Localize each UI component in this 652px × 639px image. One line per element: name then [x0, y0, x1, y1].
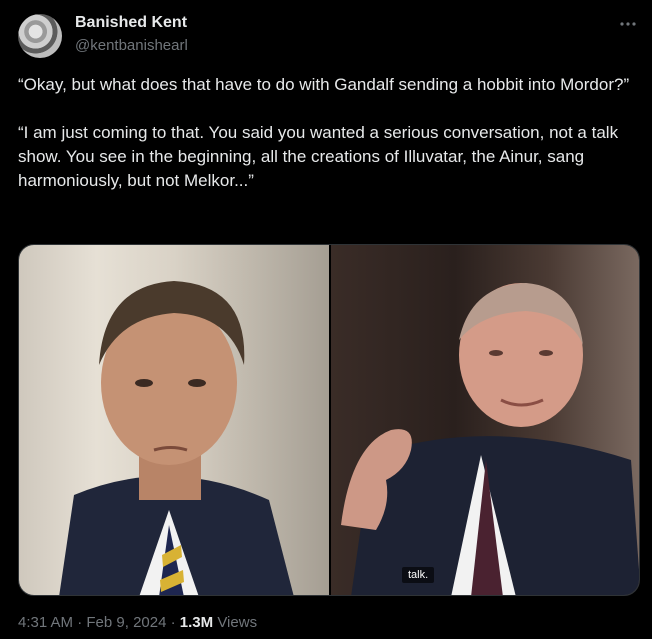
- post-date[interactable]: Feb 9, 2024: [86, 614, 166, 631]
- avatar[interactable]: [18, 14, 62, 58]
- media-image-left[interactable]: [19, 245, 329, 595]
- media-image-right[interactable]: [331, 245, 639, 595]
- post-meta: 4:31 AM · Feb 9, 2024 · 1.3M Views: [18, 614, 257, 631]
- video-caption: talk.: [402, 567, 435, 583]
- post-media[interactable]: talk.: [18, 244, 640, 596]
- more-options-button[interactable]: [614, 12, 642, 36]
- views-label: Views: [217, 614, 258, 631]
- views-count: 1.3M: [179, 614, 214, 631]
- post-paragraph: “I am just coming to that. You said you …: [18, 123, 619, 190]
- interviewee-photo: [341, 283, 639, 595]
- more-horizontal-icon: [620, 22, 636, 26]
- author-handle[interactable]: @kentbanishearl: [75, 37, 188, 54]
- meta-separator: ·: [77, 614, 83, 631]
- interviewer-photo: [59, 281, 294, 595]
- post-text: “Okay, but what does that have to do wit…: [18, 73, 640, 193]
- post-paragraph: “Okay, but what does that have to do wit…: [18, 75, 630, 94]
- meta-separator: ·: [170, 614, 176, 631]
- author-name[interactable]: Banished Kent: [75, 14, 187, 32]
- post-time[interactable]: 4:31 AM: [18, 614, 73, 631]
